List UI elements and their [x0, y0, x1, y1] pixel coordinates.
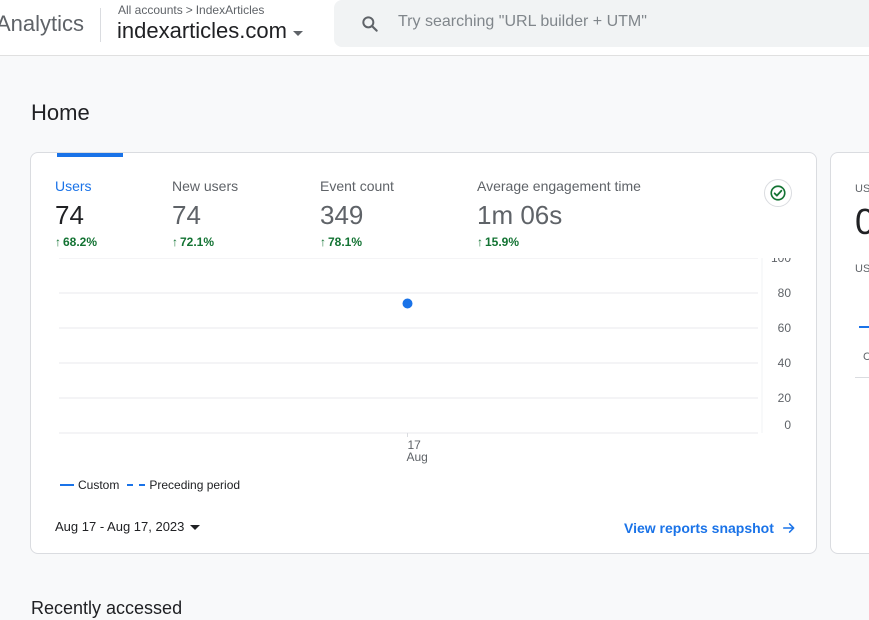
metric-delta: ↑ 68.2%	[55, 235, 97, 249]
metric-value: 74	[172, 200, 201, 230]
top-bar: Analytics All accounts > IndexArticles ind…	[0, 0, 869, 56]
date-range-selector[interactable]: Aug 17 - Aug 17, 2023	[55, 519, 201, 534]
metric-new-users[interactable]: New users 74 ↑ 72.1%	[172, 178, 238, 249]
insights-check-button[interactable]	[764, 179, 792, 207]
divider	[855, 377, 869, 378]
check-circle-icon	[770, 185, 786, 201]
page-title: Home	[31, 100, 90, 125]
chart-legend: Custom Preceding period	[60, 478, 248, 492]
arrow-up-icon: ↑	[172, 235, 178, 249]
overview-card: Users 74 ↑ 68.2% New users 74 ↑ 72.1% Even…	[30, 152, 817, 554]
metric-label: New users	[172, 178, 239, 194]
caret-down-icon	[292, 30, 303, 36]
date-range-label: Aug 17 - Aug 17, 2023	[55, 519, 185, 534]
metric-delta-value: 78.1%	[328, 235, 363, 249]
recently-accessed-heading: Recently accessed	[31, 598, 183, 618]
metric-delta-value: 15.9%	[485, 235, 520, 249]
breadcrumb-root[interactable]: All accounts	[118, 3, 183, 17]
arrow-up-icon: ↑	[55, 235, 61, 249]
y-tick-label: 80	[778, 286, 792, 300]
metric-value: 74	[55, 200, 84, 230]
metric-delta-value: 72.1%	[180, 235, 215, 249]
realtime-column-label: C	[863, 351, 869, 363]
view-reports-snapshot-link[interactable]: View reports snapshot	[624, 520, 796, 536]
metric-value: 1m 06s	[477, 200, 563, 230]
x-tick-month: Aug	[407, 450, 428, 464]
property-selector[interactable]: indexarticles.com	[117, 18, 303, 44]
chevron-right-icon: >	[185, 3, 193, 17]
header-divider	[100, 8, 101, 42]
realtime-value: 0	[855, 201, 869, 243]
metric-delta-value: 68.2%	[63, 235, 98, 249]
metric-delta: ↑ 78.1%	[320, 235, 394, 249]
metric-delta: ↑ 15.9%	[477, 235, 641, 249]
realtime-label: US	[855, 183, 869, 195]
caret-down-icon	[190, 525, 201, 530]
active-tab-indicator	[57, 153, 123, 157]
legend-dashed-swatch	[127, 484, 146, 486]
breadcrumb[interactable]: All accounts > IndexArticles	[118, 3, 264, 17]
metric-label: Average engagement time	[477, 178, 641, 194]
metric-delta: ↑ 72.1%	[172, 235, 238, 249]
y-tick-label: 100	[771, 258, 791, 265]
brand-name[interactable]: Analytics	[0, 11, 84, 37]
metric-event-count[interactable]: Event count 349 ↑ 78.1%	[320, 178, 394, 249]
legend-item-custom: Custom	[60, 478, 119, 492]
realtime-sublabel: US	[855, 263, 869, 275]
view-reports-label: View reports snapshot	[624, 520, 774, 536]
metric-value: 349	[320, 200, 364, 230]
property-name: indexarticles.com	[117, 18, 287, 43]
legend-label: Preceding period	[149, 478, 241, 492]
metric-users[interactable]: Users 74 ↑ 68.2%	[55, 178, 97, 249]
arrow-up-icon: ↑	[320, 235, 326, 249]
legend-label: Custom	[78, 478, 120, 492]
y-tick-label: 60	[778, 321, 792, 335]
search-bar[interactable]	[334, 0, 869, 47]
arrow-up-icon: ↑	[477, 235, 483, 249]
search-icon	[362, 16, 378, 32]
breadcrumb-account[interactable]: IndexArticles	[196, 3, 265, 17]
y-tick-label: 40	[778, 356, 792, 370]
metric-engagement-time[interactable]: Average engagement time 1m 06s ↑ 15.9%	[477, 178, 641, 249]
metric-label: Users	[55, 178, 92, 194]
legend-item-preceding: Preceding period	[127, 478, 240, 492]
users-line-chart: 02040608010017Aug	[59, 258, 792, 464]
data-point[interactable]	[402, 298, 413, 309]
arrow-right-icon	[782, 523, 795, 533]
realtime-card: US 0 US C	[830, 152, 869, 554]
legend-solid-swatch	[60, 484, 74, 486]
metric-label: Event count	[320, 178, 394, 194]
realtime-tab-indicator	[859, 326, 869, 328]
y-tick-label: 20	[778, 391, 792, 405]
search-input[interactable]	[396, 12, 860, 32]
y-tick-label: 0	[784, 418, 791, 432]
